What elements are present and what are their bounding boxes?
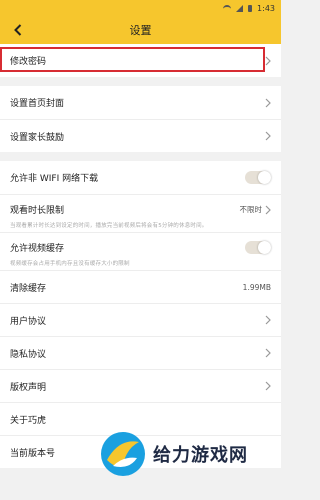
status-bar: 1:43 xyxy=(0,0,281,16)
video-cache-toggle[interactable] xyxy=(245,241,271,254)
highlight-box xyxy=(0,47,265,72)
setting-privacy-policy[interactable]: 隐私协议 xyxy=(0,336,281,369)
divider xyxy=(0,152,281,161)
video-cache-description: 视频缓存会占用手机内存且没有缓存大小的限制 xyxy=(10,261,130,267)
setting-watch-limit[interactable]: 观看时长限制 不限时 当观看累计时长达到设定的时间，播放完当前视频后将会有5分钟… xyxy=(0,194,281,232)
watermark-text: 给力游戏网 xyxy=(153,445,248,466)
setting-home-cover[interactable]: 设置首页封面 xyxy=(0,86,281,119)
setting-clear-cache[interactable]: 清除缓存 1.99MB xyxy=(0,270,281,303)
setting-label: 允许非 WIFI 网络下载 xyxy=(10,174,99,184)
back-button[interactable] xyxy=(6,16,30,44)
group-account: 修改密码 xyxy=(0,44,281,77)
setting-label: 隐私协议 xyxy=(10,349,47,360)
setting-label: 设置首页封面 xyxy=(10,99,65,109)
setting-copyright[interactable]: 版权声明 xyxy=(0,369,281,402)
header-bar: 设置 xyxy=(0,16,281,44)
chevron-right-icon xyxy=(265,315,271,325)
toggle-knob xyxy=(258,241,271,254)
setting-label: 用户协议 xyxy=(10,316,47,327)
non-wifi-download-toggle[interactable] xyxy=(245,171,271,184)
setting-change-password[interactable]: 修改密码 xyxy=(0,44,281,77)
chevron-right-icon xyxy=(265,56,271,65)
setting-label: 观看时长限制 xyxy=(10,206,65,216)
group-home: 设置首页封面 设置家长鼓励 xyxy=(0,86,281,152)
setting-user-agreement[interactable]: 用户协议 xyxy=(0,303,281,336)
watermark-logo-icon xyxy=(101,432,145,476)
wifi-icon xyxy=(223,5,232,11)
setting-label: 版权声明 xyxy=(10,382,47,393)
chevron-right-icon xyxy=(265,98,271,107)
divider xyxy=(0,77,281,86)
chevron-right-icon xyxy=(265,131,271,141)
group-general: 允许非 WIFI 网络下载 观看时长限制 不限时 当观看累计时长达到设定的时间，… xyxy=(0,161,281,468)
watch-limit-value: 不限时 xyxy=(239,205,263,214)
watermark: 给力游戏网 xyxy=(99,424,281,484)
setting-label: 当前版本号 xyxy=(10,448,56,459)
setting-video-cache: 允许视频缓存 视频缓存会占用手机内存且没有缓存大小的限制 xyxy=(0,232,281,270)
chevron-right-icon xyxy=(265,205,271,214)
setting-label: 清除缓存 xyxy=(10,283,47,294)
chevron-left-icon xyxy=(14,24,22,36)
setting-non-wifi-download: 允许非 WIFI 网络下载 xyxy=(0,161,281,194)
status-time: 1:43 xyxy=(257,3,275,13)
setting-parent-encourage[interactable]: 设置家长鼓励 xyxy=(0,119,281,152)
setting-label: 允许视频缓存 xyxy=(10,244,65,254)
cache-size-value: 1.99MB xyxy=(242,282,271,292)
signal-icon xyxy=(236,4,244,12)
chevron-right-icon xyxy=(265,348,271,358)
watch-limit-description: 当观看累计时长达到设定的时间，播放完当前视频后将会有5分钟的休息时间。 xyxy=(10,223,208,229)
toggle-knob xyxy=(258,171,271,184)
page-title: 设置 xyxy=(129,24,152,37)
setting-label: 设置家长鼓励 xyxy=(10,132,65,143)
battery-icon xyxy=(248,4,253,12)
setting-label: 关于巧虎 xyxy=(10,415,47,426)
chevron-right-icon xyxy=(265,381,271,391)
